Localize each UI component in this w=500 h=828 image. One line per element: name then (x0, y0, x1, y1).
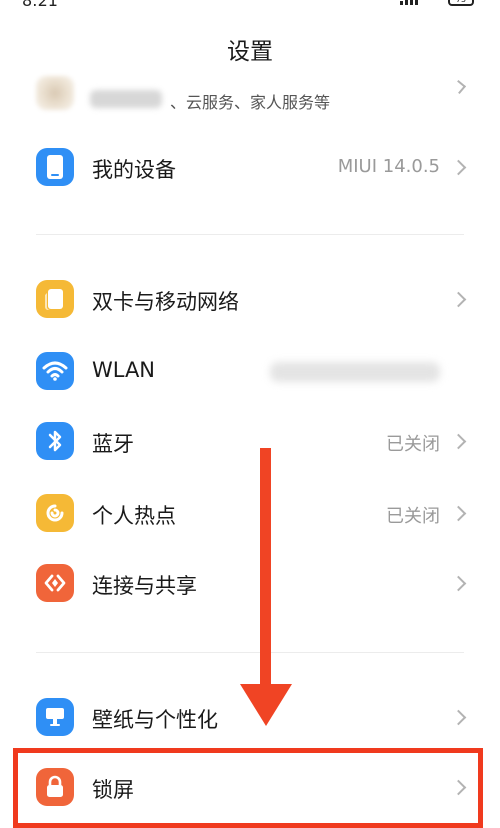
bluetooth-icon (36, 422, 74, 460)
miui-version: MIUI 14.0.5 (337, 156, 440, 177)
share-icon (36, 564, 74, 602)
wifi-status-icon (426, 0, 440, 6)
chevron-right-icon (450, 159, 467, 176)
annotation-arrow-head (240, 684, 292, 726)
chevron-right-icon (451, 79, 467, 95)
bluetooth-status: 已关闭 (386, 434, 440, 455)
sim-card-icon (36, 280, 74, 318)
hotspot-icon (36, 494, 74, 532)
my-device-label: 我的设备 (92, 158, 176, 182)
hotspot-label: 个人热点 (92, 504, 176, 528)
wallpaper-label: 壁纸与个性化 (92, 708, 218, 732)
chevron-right-icon (450, 575, 467, 592)
bluetooth-row[interactable]: 蓝牙 已关闭 (0, 414, 500, 472)
account-row[interactable]: 、云服务、家人服务等 (0, 70, 500, 120)
section-divider (36, 652, 464, 653)
status-icons: 75 (400, 0, 474, 6)
account-name-redacted (90, 90, 162, 108)
wlan-label: WLAN (92, 358, 156, 382)
chevron-right-icon (450, 505, 467, 522)
connection-sharing-label: 连接与共享 (92, 574, 197, 598)
annotation-arrow-shaft (260, 448, 271, 688)
account-subtitle: 、云服务、家人服务等 (170, 93, 331, 112)
page-title: 设置 (227, 39, 273, 65)
wallpaper-icon (36, 698, 74, 736)
status-time: 8:21 (22, 0, 58, 10)
connection-sharing-row[interactable]: 连接与共享 (0, 556, 500, 614)
chevron-right-icon (450, 709, 467, 726)
hotspot-status: 已关闭 (386, 506, 440, 527)
bluetooth-label: 蓝牙 (92, 432, 134, 456)
phone-icon (36, 148, 74, 186)
chevron-right-icon (450, 433, 467, 450)
chevron-right-icon (450, 291, 467, 308)
battery-icon: 75 (448, 0, 474, 6)
sim-network-label: 双卡与移动网络 (92, 290, 239, 314)
hotspot-row[interactable]: 个人热点 已关闭 (0, 486, 500, 544)
my-device-row[interactable]: 我的设备 MIUI 14.0.5 (0, 140, 500, 198)
annotation-highlight-box (13, 748, 483, 828)
wlan-row[interactable]: WLAN (0, 344, 500, 402)
wifi-icon (36, 352, 74, 390)
status-bar: 8:21 75 (0, 0, 500, 14)
signal-icon (400, 0, 418, 5)
wlan-network-redacted (270, 362, 440, 382)
avatar (36, 76, 74, 110)
sim-network-row[interactable]: 双卡与移动网络 (0, 272, 500, 330)
section-divider (36, 234, 464, 235)
